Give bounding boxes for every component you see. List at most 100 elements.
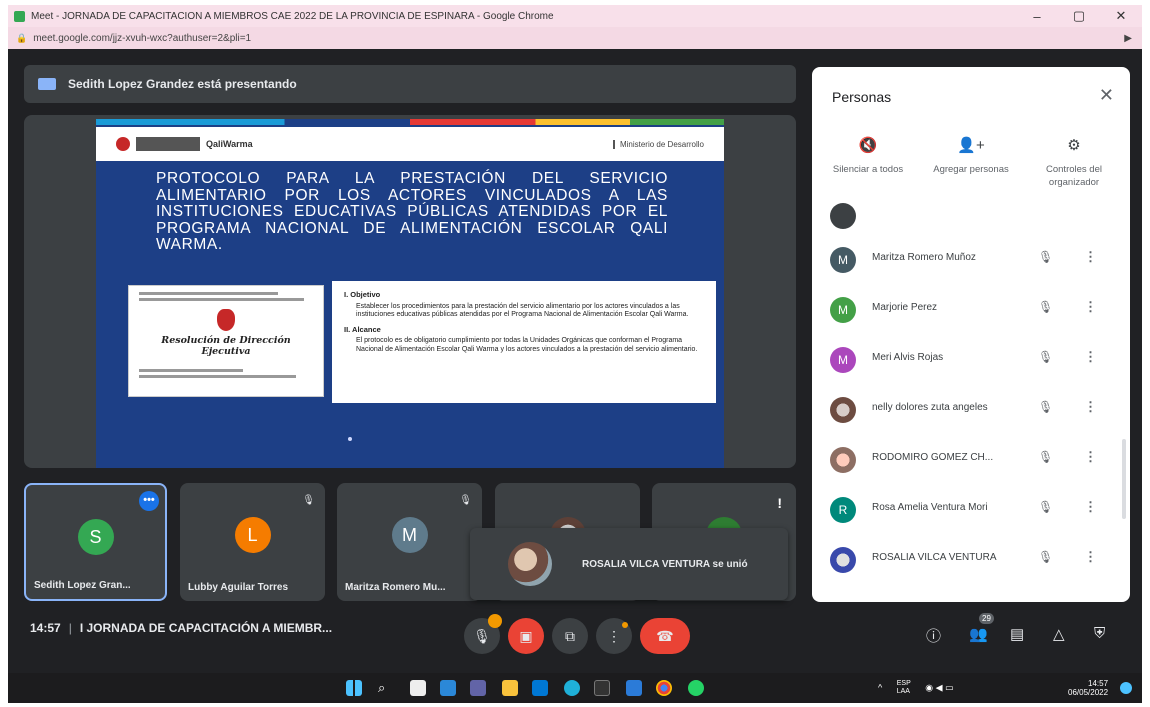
notification-center-icon[interactable] [1120, 682, 1132, 694]
slide-color-stripe [96, 119, 724, 125]
camera-off-icon: ▣ [519, 628, 533, 644]
participant-name: Maritza Romero Mu... [345, 582, 446, 593]
host-controls-label: Controles del organizador [1046, 164, 1102, 188]
volume-icon[interactable]: ◀ [936, 682, 943, 692]
panel-actions: 🔇 Silenciar a todos 👤+ Agregar personas … [812, 138, 1130, 189]
people-icon[interactable]: 👥 29 [969, 613, 994, 643]
mic-off-icon[interactable]: 🎙 [1038, 450, 1053, 464]
list-item[interactable]: nelly dolores zuta angeles 🎙 ⋮ [812, 385, 1130, 435]
file-explorer-icon[interactable] [502, 680, 518, 696]
participant-tile[interactable]: 🎙 M Maritza Romero Mu... [337, 483, 482, 601]
taskbar-clock[interactable]: 14:57 06/05/2022 [1068, 679, 1108, 697]
avatar-photo [830, 397, 856, 423]
list-item[interactable]: M Marjorie Perez 🎙 ⋮ [812, 285, 1130, 335]
slide-logo-bar: QaliWarma Ministerio de Desarrollo [96, 127, 724, 161]
avatar-photo [830, 547, 856, 573]
avatar: S [77, 519, 114, 555]
tray-overflow-icon[interactable]: ^ [878, 682, 882, 692]
list-item[interactable]: M Meri Alvis Rojas 🎙 ⋮ [812, 335, 1130, 385]
more-options-icon[interactable]: ⋮ [1084, 399, 1097, 415]
windows-taskbar: ⌕ ^ ESP LAA ◉ ◀ ▭ 14:57 06/05/2022 [8, 673, 1142, 703]
panel-title: Personas [832, 89, 892, 105]
participant-tile[interactable]: ••• S Sedith Lopez Gran... [24, 483, 167, 601]
section2-text: El protocolo es de obligatorio cumplimie… [356, 337, 698, 353]
language-indicator[interactable]: ESP LAA [897, 680, 911, 696]
mute-all-label: Silenciar a todos [832, 164, 904, 175]
teams-chat-icon[interactable] [470, 680, 486, 696]
whatsapp-icon[interactable] [688, 680, 704, 696]
more-options-icon[interactable]: ⋮ [1084, 549, 1097, 565]
url-text[interactable]: meet.google.com/jjz-xvuh-wxc?authuser=2&… [33, 33, 1124, 44]
edge-browser-icon[interactable] [564, 680, 580, 696]
windows-start-icon[interactable] [346, 680, 362, 696]
qaliwarma-logo: QaliWarma [206, 139, 253, 149]
participant-name: Meri Alvis Rojas [872, 352, 944, 363]
peru-shield-icon [116, 137, 130, 151]
list-item[interactable]: ROSALIA VILCA VENTURA 🎙 ⋮ [812, 535, 1130, 585]
list-item[interactable] [812, 203, 1130, 235]
battery-icon[interactable]: ▭ [945, 682, 954, 692]
presentation-stage[interactable]: QaliWarma Ministerio de Desarrollo PROTO… [24, 115, 796, 468]
notification-dot [622, 622, 628, 628]
maximize-button[interactable]: ▢ [1058, 8, 1100, 24]
more-options-icon[interactable]: ⋮ [1084, 249, 1097, 265]
mic-off-icon[interactable]: 🎙 [1038, 550, 1053, 564]
microphone-button[interactable]: 🎙 [464, 614, 502, 654]
add-people-button[interactable]: 👤+ Agregar personas [925, 138, 1017, 189]
mic-off-icon[interactable]: 🎙 [1038, 300, 1053, 314]
avatar: R [830, 497, 856, 523]
government-logo: QaliWarma [116, 137, 253, 151]
wifi-icon[interactable]: ◉ [925, 682, 933, 692]
mic-off-icon[interactable]: 🎙 [1038, 500, 1053, 514]
tile-options-button[interactable]: ••• [139, 491, 159, 511]
terminal-icon[interactable] [594, 680, 610, 696]
resolution-document-thumbnail: Resolución de Dirección Ejecutiva [128, 285, 324, 397]
panel-scrollbar[interactable] [1122, 439, 1126, 519]
host-controls-icon[interactable]: ⛨ [1094, 625, 1105, 642]
avatar: L [234, 517, 271, 553]
more-options-icon[interactable]: ⋮ [1084, 349, 1097, 365]
mail-icon[interactable] [532, 680, 548, 696]
more-options-icon[interactable]: ⋮ [1084, 449, 1097, 465]
extension-icon[interactable]: ▶ [1124, 33, 1132, 44]
participant-name: Sedith Lopez Gran... [34, 580, 131, 591]
doc-line [139, 298, 305, 301]
separator: | [68, 621, 72, 635]
minimize-button[interactable]: – [1016, 9, 1058, 24]
address-bar[interactable]: 🔒 meet.google.com/jjz-xvuh-wxc?authuser=… [8, 27, 1142, 49]
add-people-label: Agregar personas [933, 164, 1009, 175]
camera-button[interactable]: ▣ [508, 618, 544, 654]
hang-up-icon: ☎ [656, 628, 674, 644]
more-options-icon[interactable]: ⋮ [1084, 499, 1097, 515]
section1-text: Establecer los procedimientos para la pr… [356, 302, 689, 319]
presenting-text: Sedith Lopez Grandez está presentando [68, 77, 297, 91]
list-item[interactable]: R Rosa Amelia Ventura Mori 🎙 ⋮ [812, 485, 1130, 535]
system-tray[interactable]: ^ ESP LAA ◉ ◀ ▭ [878, 680, 954, 696]
mic-off-icon[interactable]: 🎙 [1038, 350, 1053, 364]
leave-call-button[interactable]: ☎ [640, 618, 690, 654]
presenting-banner: Sedith Lopez Grandez está presentando [24, 65, 796, 103]
list-item[interactable]: M Maritza Romero Muñoz 🎙 ⋮ [812, 235, 1130, 285]
doc-line [139, 375, 296, 378]
slide-text-box: I. Objetivo Establecer los procedimiento… [332, 281, 716, 403]
chat-icon[interactable]: ▤ [1010, 625, 1024, 643]
store-icon[interactable] [626, 680, 642, 696]
activities-icon[interactable]: △ [1053, 625, 1065, 643]
host-controls-button[interactable]: ⚙ Controles del organizador [1028, 138, 1120, 189]
mic-off-icon[interactable]: 🎙 [1038, 400, 1053, 414]
mic-off-icon: 🎙 [302, 495, 315, 506]
widgets-icon[interactable] [440, 680, 456, 696]
chrome-browser-icon[interactable] [656, 680, 672, 696]
task-view-icon[interactable] [410, 680, 426, 696]
more-options-button[interactable]: ⋮ [596, 618, 632, 654]
mute-all-button[interactable]: 🔇 Silenciar a todos [822, 138, 914, 189]
close-window-button[interactable]: ✕ [1100, 8, 1142, 24]
present-now-button[interactable]: ⧉ [552, 618, 588, 654]
close-icon[interactable]: ✕ [1099, 85, 1114, 106]
mic-off-icon[interactable]: 🎙 [1038, 250, 1053, 264]
meeting-details-icon[interactable]: ⓘ [926, 625, 941, 646]
list-item[interactable]: RODOMIRO GOMEZ CH... 🎙 ⋮ [812, 435, 1130, 485]
more-options-icon[interactable]: ⋮ [1084, 299, 1097, 315]
search-icon[interactable]: ⌕ [378, 680, 394, 696]
participant-tile[interactable]: 🎙 L Lubby Aguilar Torres [180, 483, 325, 601]
